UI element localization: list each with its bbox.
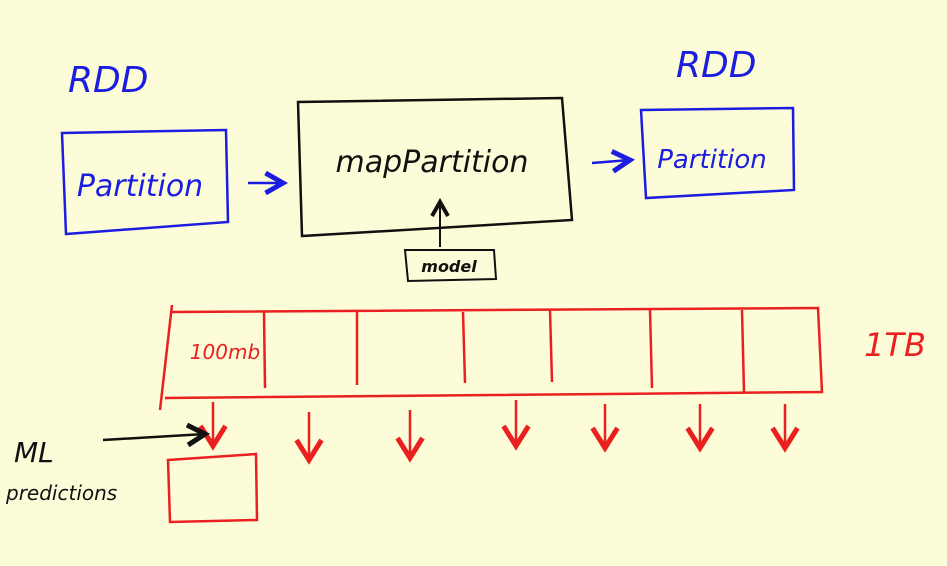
divider: [262, 311, 267, 389]
total-size-label: 1TB: [864, 326, 926, 364]
ml-label: ML: [14, 436, 54, 469]
partition-dividers: [262, 309, 746, 393]
right-rdd-label: RDD: [676, 45, 756, 86]
divider: [740, 309, 746, 393]
predictions-label: predictions: [5, 481, 117, 505]
output-arrows: [198, 400, 800, 465]
left-rdd-label: RDD: [68, 60, 148, 101]
divider: [548, 309, 554, 383]
partition-size-label: 100mb: [190, 340, 260, 364]
right-partition-label: Partition: [657, 145, 767, 175]
model-label: model: [421, 257, 477, 276]
map-partition-label: mapPartition: [335, 145, 528, 180]
left-partition-label: Partition: [77, 169, 203, 204]
dataset-box-left: [158, 304, 174, 411]
divider: [648, 309, 654, 389]
diagram-canvas: RDD Partition mapPartition model RDD Par…: [5, 45, 926, 524]
predictions-box: [166, 452, 259, 524]
arrow-from-map: [591, 160, 630, 163]
divider: [461, 311, 467, 384]
ml-arrow: [102, 434, 205, 440]
